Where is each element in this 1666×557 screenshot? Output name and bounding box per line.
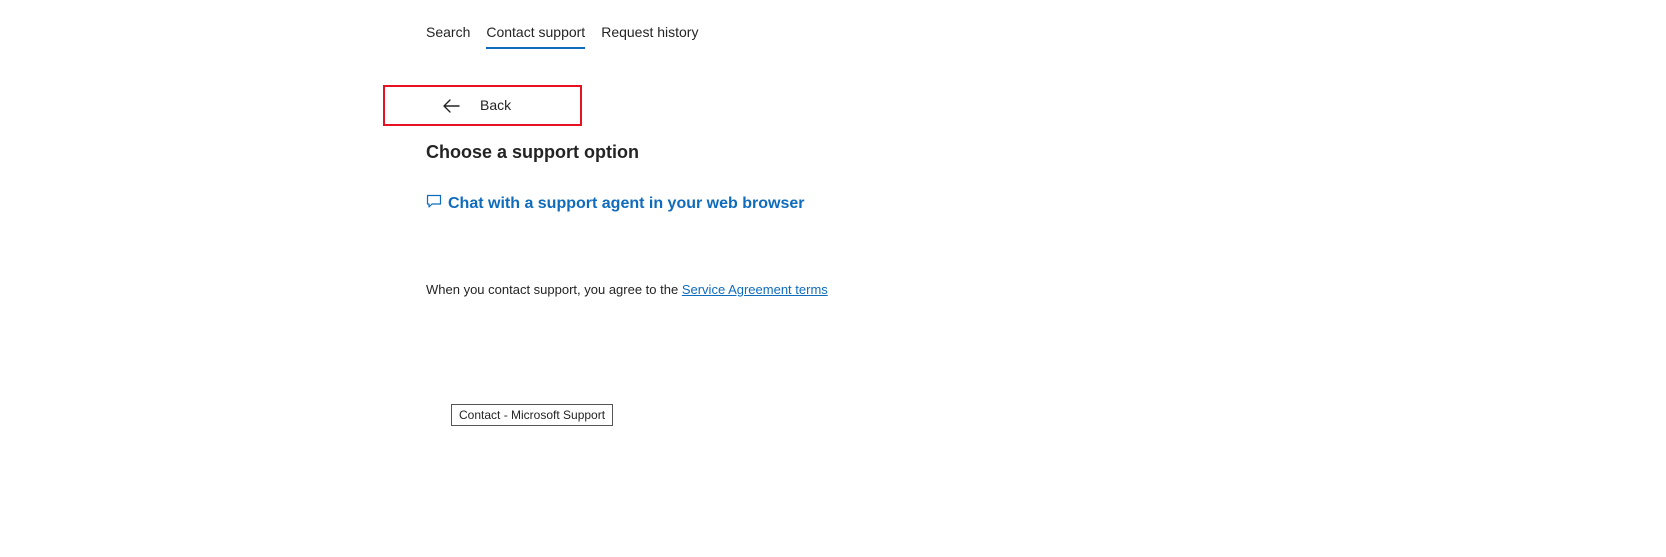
tab-request-history[interactable]: Request history bbox=[601, 22, 698, 49]
back-button[interactable]: Back bbox=[383, 85, 582, 126]
chat-with-agent-link[interactable]: Chat with a support agent in your web br… bbox=[426, 194, 805, 213]
chat-link-label: Chat with a support agent in your web br… bbox=[448, 195, 805, 212]
support-tabs: Search Contact support Request history bbox=[426, 22, 698, 49]
back-label: Back bbox=[480, 97, 512, 113]
support-page: Search Contact support Request history B… bbox=[0, 0, 1666, 557]
tab-contact-support[interactable]: Contact support bbox=[486, 22, 585, 49]
chat-bubble-icon bbox=[426, 194, 442, 208]
agreement-text: When you contact support, you agree to t… bbox=[426, 282, 682, 297]
service-agreement-link[interactable]: Service Agreement terms bbox=[682, 282, 828, 297]
agreement-notice: When you contact support, you agree to t… bbox=[426, 282, 828, 297]
tab-search[interactable]: Search bbox=[426, 22, 470, 49]
tooltip: Contact - Microsoft Support bbox=[451, 404, 614, 426]
page-title: Choose a support option bbox=[426, 142, 639, 162]
arrow-left-icon bbox=[443, 99, 460, 113]
